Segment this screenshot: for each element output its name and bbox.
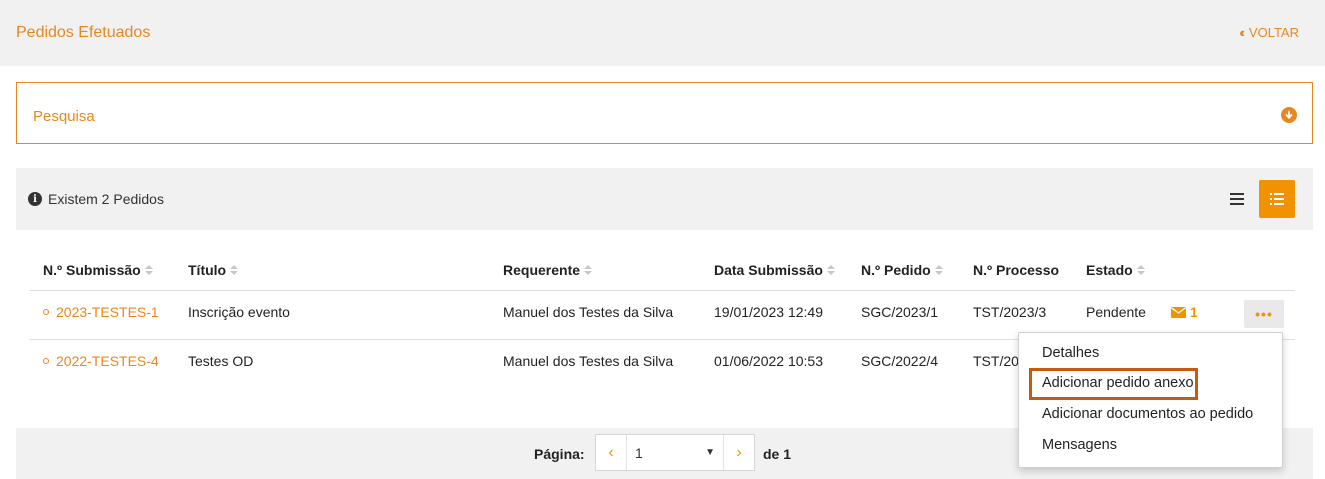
next-page-button[interactable]: ›: [724, 435, 754, 470]
previous-page-button[interactable]: ‹: [596, 435, 626, 470]
list-header: i Existem 2 Pedidos: [16, 168, 1313, 230]
sort-icon: [1136, 265, 1145, 275]
results-count: i Existem 2 Pedidos: [28, 191, 164, 207]
menu-item-add-attached-request[interactable]: Adicionar pedido anexo: [1042, 375, 1194, 391]
bullet-icon: [43, 309, 49, 315]
menu-item-add-documents[interactable]: Adicionar documentos ao pedido: [1042, 406, 1253, 422]
search-toggle-button[interactable]: [1281, 107, 1297, 123]
arrow-down-circle-icon: [1285, 110, 1293, 119]
sort-icon: [826, 265, 835, 275]
chevron-left-icon: ‹: [608, 443, 614, 461]
submission-link-anchor[interactable]: 2022-TESTES-4: [43, 353, 159, 369]
column-header-label: N.º Submissão: [43, 262, 141, 278]
column-header-label: N.º Processo: [973, 262, 1060, 278]
submission-link-anchor[interactable]: 2023-TESTES-1: [43, 304, 159, 320]
page-header: Pedidos Efetuados ‹‹ VOLTAR: [0, 0, 1325, 66]
column-header-label: Data Submissão: [714, 262, 823, 278]
request-title: Inscrição evento: [188, 304, 290, 320]
menu-item-details[interactable]: Detalhes: [1042, 345, 1099, 361]
messages-count: 1: [1190, 304, 1198, 320]
pagination-label: Página:: [534, 446, 585, 462]
ellipsis-icon: •••: [1255, 306, 1273, 322]
search-panel-title: Pesquisa: [33, 108, 95, 125]
column-header-submission[interactable]: N.º Submissão: [43, 262, 153, 278]
envelope-icon: [1171, 306, 1186, 318]
column-header-label: Estado: [1086, 262, 1133, 278]
page-title: Pedidos Efetuados: [16, 24, 151, 41]
row-divider: [29, 290, 1295, 291]
request-number: SGC/2022/4: [861, 353, 939, 369]
request-number: SGC/2023/1: [861, 304, 939, 320]
back-button[interactable]: ‹‹ VOLTAR: [1239, 25, 1299, 40]
process-number: TST/20: [973, 353, 1019, 369]
pagination-control: ‹ 1 ▼ ›: [595, 434, 755, 471]
search-panel[interactable]: Pesquisa: [16, 82, 1313, 144]
request-title: Testes OD: [188, 353, 254, 369]
requester-name: Manuel dos Testes da Silva: [503, 304, 674, 320]
back-label: VOLTAR: [1248, 25, 1299, 40]
list-bullets-icon: [1270, 193, 1284, 205]
menu-item-messages[interactable]: Mensagens: [1042, 437, 1117, 453]
submission-number: 2022-TESTES-4: [56, 353, 159, 369]
column-header-date[interactable]: Data Submissão: [714, 262, 835, 278]
compact-view-button[interactable]: [1224, 186, 1250, 212]
sort-icon: [934, 265, 943, 275]
row-actions-menu: Detalhes Adicionar pedido anexo Adiciona…: [1018, 332, 1283, 468]
chevron-right-icon: ›: [736, 443, 742, 461]
status-badge: Pendente: [1086, 304, 1146, 320]
submission-link[interactable]: 2022-TESTES-4: [43, 353, 159, 369]
sort-icon: [144, 265, 153, 275]
results-count-text: Existem 2 Pedidos: [48, 191, 164, 207]
column-header-state[interactable]: Estado: [1086, 262, 1145, 278]
page-total: de 1: [763, 446, 792, 462]
current-page: 1: [635, 444, 643, 461]
list-lines-icon: [1230, 193, 1244, 205]
sort-icon: [230, 265, 239, 275]
messages-indicator[interactable]: 1: [1171, 304, 1198, 320]
column-header-label: Título: [188, 262, 227, 278]
column-header-label: N.º Pedido: [861, 262, 931, 278]
bullet-icon: [43, 358, 49, 364]
sort-icon: [584, 265, 593, 275]
info-circle-icon: i: [28, 192, 42, 206]
double-chevron-left-icon: ‹‹: [1239, 25, 1244, 40]
row-actions-button[interactable]: •••: [1244, 300, 1284, 328]
requester-name: Manuel dos Testes da Silva: [503, 353, 674, 369]
column-header-process-number: N.º Processo: [973, 262, 1059, 278]
chevron-down-icon: ▼: [705, 447, 715, 458]
column-header-label: Requerente: [503, 262, 581, 278]
detail-view-button[interactable]: [1259, 180, 1295, 218]
submission-link[interactable]: 2023-TESTES-1: [43, 304, 159, 320]
process-number: TST/2023/3: [973, 304, 1047, 320]
submission-date: 01/06/2022 10:53: [714, 353, 823, 369]
column-header-request-number[interactable]: N.º Pedido: [861, 262, 943, 278]
submission-number: 2023-TESTES-1: [56, 304, 159, 320]
page-select[interactable]: 1 ▼: [626, 435, 724, 470]
column-header-requester[interactable]: Requerente: [503, 262, 593, 278]
column-header-title[interactable]: Título: [188, 262, 239, 278]
submission-date: 19/01/2023 12:49: [714, 304, 823, 320]
